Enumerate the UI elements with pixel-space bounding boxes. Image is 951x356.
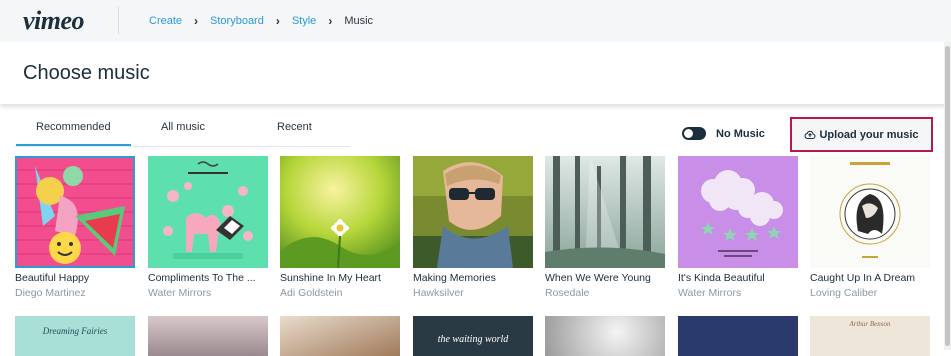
breadcrumb-style[interactable]: Style <box>292 15 316 27</box>
track-card[interactable]: the waiting world <box>413 316 533 356</box>
track-card[interactable]: Dreaming Fairies <box>15 316 135 356</box>
album-art[interactable] <box>413 156 533 268</box>
tab-recent[interactable]: Recent <box>277 121 312 133</box>
track-title: Caught Up In A Dream <box>810 272 916 284</box>
track-card[interactable]: Compliments To The ... Water Mirrors <box>148 156 268 299</box>
toggle-knob <box>684 129 693 138</box>
track-card[interactable]: It's Kinda Beautiful Water Mirrors <box>678 156 798 299</box>
album-art[interactable] <box>280 156 400 268</box>
toggle-switch[interactable] <box>682 127 706 140</box>
track-card[interactable]: Sunshine In My Heart Adi Goldstein <box>280 156 400 299</box>
track-card[interactable] <box>280 316 400 356</box>
page-title: Choose music <box>23 62 150 84</box>
album-art[interactable] <box>810 156 930 268</box>
album-art[interactable]: the waiting world <box>413 316 533 356</box>
album-art[interactable] <box>678 156 798 268</box>
no-music-toggle[interactable]: No Music <box>682 127 765 140</box>
track-title: Compliments To The ... <box>148 272 256 284</box>
album-art[interactable]: Dreaming Fairies <box>15 316 135 356</box>
track-artist: Loving Caliber <box>810 287 878 299</box>
upload-music-button[interactable]: Upload your music <box>790 117 933 152</box>
track-title: Sunshine In My Heart <box>280 272 381 284</box>
album-art[interactable] <box>15 156 135 268</box>
track-card[interactable]: Arthur Benson <box>810 316 930 356</box>
track-artist: Water Mirrors <box>678 287 742 299</box>
breadcrumb-current: Music <box>344 15 374 27</box>
vimeo-logo[interactable]: vimeo <box>23 6 85 36</box>
chevron-right-icon: › <box>275 14 280 28</box>
album-art-text: the waiting world <box>437 334 509 345</box>
album-art[interactable] <box>148 316 268 356</box>
album-art[interactable] <box>545 316 665 356</box>
breadcrumb: Create › Storyboard › Style › Music <box>149 14 373 28</box>
track-artist: Adi Goldstein <box>280 287 343 299</box>
album-art[interactable] <box>280 316 400 356</box>
album-art[interactable]: Arthur Benson <box>810 316 930 356</box>
top-bar: vimeo Create › Storyboard › Style › Musi… <box>0 0 951 42</box>
album-art[interactable] <box>148 156 268 268</box>
no-music-label: No Music <box>716 127 765 140</box>
track-card[interactable]: Caught Up In A Dream Loving Caliber <box>810 156 930 299</box>
upload-music-label: Upload your music <box>819 128 919 141</box>
track-card[interactable]: When We Were Young Rosedale <box>545 156 665 299</box>
track-artist: Diego Martinez <box>15 287 86 299</box>
tab-all-music[interactable]: All music <box>161 121 205 133</box>
track-card[interactable] <box>545 316 665 356</box>
chevron-right-icon: › <box>194 14 199 28</box>
track-card[interactable] <box>148 316 268 356</box>
album-art[interactable] <box>545 156 665 268</box>
track-title: Making Memories <box>413 272 496 284</box>
track-card[interactable]: Making Memories Hawksilver <box>413 156 533 299</box>
album-art[interactable] <box>678 316 798 356</box>
album-art-text: Arthur Benson <box>849 320 891 328</box>
breadcrumb-storyboard[interactable]: Storyboard <box>210 15 264 27</box>
track-card[interactable] <box>678 316 798 356</box>
chevron-right-icon: › <box>328 14 333 28</box>
scrollbar-thumb[interactable] <box>945 46 950 346</box>
track-artist: Rosedale <box>545 287 590 299</box>
music-tabs: Recommended All music Recent <box>15 117 350 147</box>
cloud-upload-icon <box>805 130 816 139</box>
album-art-text: Dreaming Fairies <box>42 326 108 336</box>
track-artist: Water Mirrors <box>148 287 212 299</box>
track-title: Beautiful Happy <box>15 272 90 284</box>
page-header: Choose music <box>0 42 946 104</box>
tab-recommended[interactable]: Recommended <box>16 121 131 146</box>
track-title: It's Kinda Beautiful <box>678 272 765 284</box>
track-title: When We Were Young <box>545 272 651 284</box>
track-card[interactable]: Beautiful Happy Diego Martinez <box>15 156 135 299</box>
track-artist: Hawksilver <box>413 287 464 299</box>
breadcrumb-create[interactable]: Create <box>149 15 182 27</box>
divider <box>118 7 119 34</box>
